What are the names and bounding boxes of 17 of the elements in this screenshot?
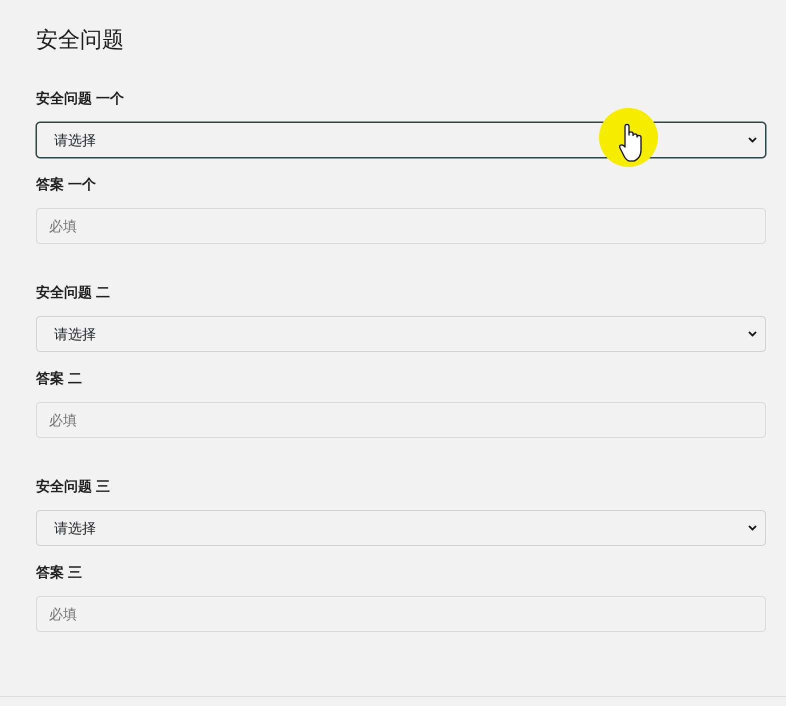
question-label: 安全问题 一个	[36, 89, 124, 108]
question-select[interactable]: 请选择	[36, 122, 766, 158]
pointer-cursor-icon	[599, 108, 658, 167]
question-label: 安全问题 三	[36, 477, 110, 496]
question-label: 安全问题 二	[36, 283, 110, 302]
answer-label: 答案 二	[36, 369, 82, 388]
page-title: 安全问题	[36, 26, 125, 54]
answer-field[interactable]: 必填	[36, 208, 766, 244]
answer-field[interactable]: 必填	[36, 596, 766, 632]
answer-field[interactable]: 必填	[36, 402, 766, 438]
answer-label: 答案 三	[36, 563, 82, 582]
question-select[interactable]: 请选择	[36, 316, 766, 352]
question-select[interactable]: 请选择	[36, 510, 766, 546]
chevron-down-icon	[748, 137, 757, 143]
answer-label: 答案 一个	[36, 175, 96, 194]
chevron-down-icon	[748, 331, 757, 337]
chevron-down-icon	[748, 525, 757, 531]
